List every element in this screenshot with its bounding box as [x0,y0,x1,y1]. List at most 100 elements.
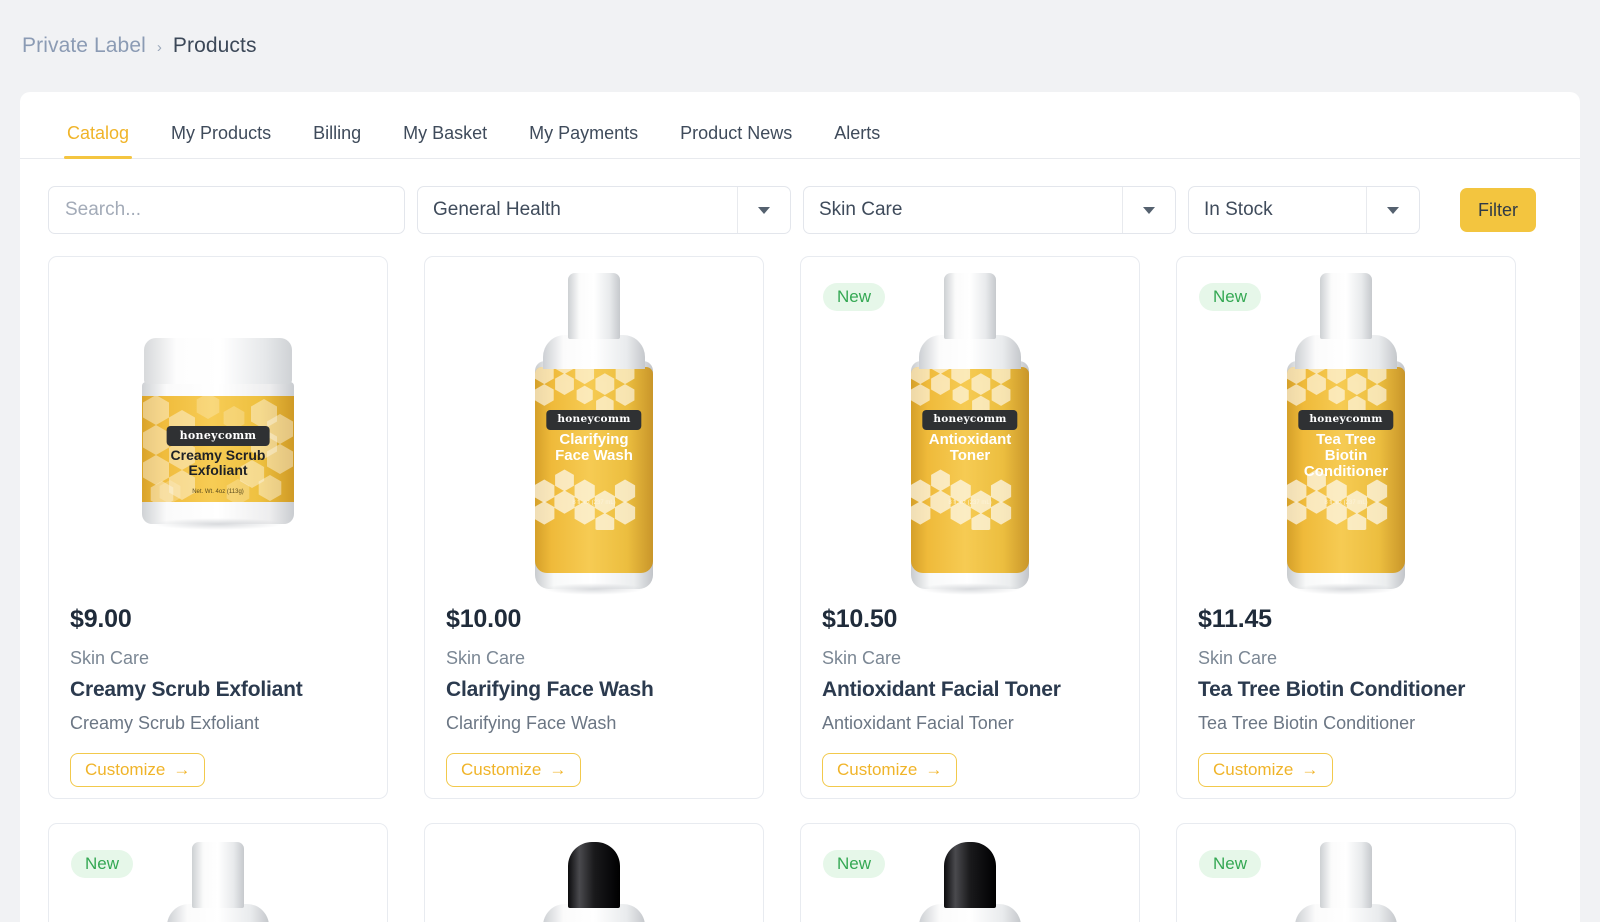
net-weight-text: 8 fl. oz (237 mL) [948,500,992,506]
tab-billing[interactable]: Billing [292,124,382,158]
status-badge-new: New [823,283,886,311]
customize-button[interactable]: Customize → [1198,753,1334,787]
search-field-wrapper[interactable] [48,186,405,234]
product-card[interactable]: New [1176,823,1516,922]
product-shadow [1295,583,1397,595]
product-card[interactable]: New honeycomm Tea Tree Biotin Conditione… [1176,256,1516,799]
availability-select-value: In Stock [1204,199,1273,220]
bottle-label: honeycomm Tea Tree Biotin Conditioner 8 … [1287,367,1405,573]
subcategory-select[interactable]: Skin Care [803,186,1176,234]
customize-button[interactable]: Customize → [70,753,206,787]
product-price: $10.00 [446,605,522,633]
product-info: $10.00 Skin Care Clarifying Face Wash Cl… [425,605,763,787]
breadcrumb-separator-icon: › [156,38,162,56]
breadcrumb-link-private-label[interactable]: Private Label [22,34,146,58]
category-select-value: General Health [433,199,561,220]
chevron-down-icon[interactable] [1366,187,1419,233]
status-badge-new: New [823,850,886,878]
product-image-bottle [159,842,277,922]
product-image-bottle [535,842,653,922]
arrow-right-icon: → [549,760,567,779]
arrow-right-icon: → [173,760,191,779]
tab-my-basket[interactable]: My Basket [382,124,508,158]
breadcrumb-current-products: Products [172,34,257,57]
category-select[interactable]: General Health [417,186,791,234]
product-info: $10.50 Skin Care Antioxidant Facial Tone… [801,605,1139,787]
product-label-name: Creamy Scrub Exfoliant [170,447,266,479]
tab-catalog-label: Catalog [67,123,130,143]
product-category: Skin Care [1198,648,1278,668]
tab-product-news[interactable]: Product News [659,124,813,158]
filter-button[interactable]: Filter [1460,188,1536,232]
customize-button[interactable]: Customize → [822,753,958,787]
product-card[interactable] [424,823,764,922]
jar-label: honeycomm Creamy Scrub Exfoliant Net. Wt… [142,396,294,502]
product-grid-row-2: New New New [20,799,1580,922]
main-panel: Catalog My Products Billing My Basket My… [20,92,1580,922]
product-shadow [152,518,284,530]
product-label-name: Tea Tree Biotin Conditioner [1303,431,1389,481]
tab-product-news-label: Product News [680,123,793,143]
customize-button-label: Customize [85,760,166,779]
customize-button-label: Customize [1213,760,1294,779]
subcategory-select-value: Skin Care [819,199,903,220]
product-image-bottle: honeycomm Antioxidant Toner 8 fl. oz (23… [911,273,1029,595]
arrow-right-icon: → [1301,760,1319,779]
product-card[interactable]: New [800,823,1140,922]
product-card[interactable]: New [48,823,388,922]
search-input[interactable] [65,199,388,221]
availability-select[interactable]: In Stock [1188,186,1420,234]
product-card[interactable]: honeycomm Clarifying Face Wash 8 fl. oz … [424,256,764,799]
product-price: $11.45 [1198,605,1272,633]
net-weight-text: Net. Wt. 4oz (113g) [192,489,244,495]
chevron-down-icon[interactable] [737,187,790,233]
product-image-bottle: honeycomm Clarifying Face Wash 8 fl. oz … [535,273,653,595]
jar-lid [144,338,292,384]
bottle-shoulder [543,335,645,369]
net-weight-text: 8 fl. oz (237 mL) [572,500,616,506]
customize-button[interactable]: Customize → [446,753,582,787]
status-badge-new: New [1199,850,1262,878]
product-media: honeycomm Clarifying Face Wash 8 fl. oz … [425,257,763,605]
brand-logo-honeycomm: honeycomm [922,410,1018,430]
product-card[interactable]: honeycomm Creamy Scrub Exfoliant Net. Wt… [48,256,388,799]
bottle-cap [192,842,244,908]
product-image-bottle [911,842,1029,922]
product-label-name: Antioxidant Toner [928,431,1012,465]
tab-alerts-label: Alerts [834,123,881,143]
product-grid: honeycomm Creamy Scrub Exfoliant Net. Wt… [20,234,1580,799]
product-media [425,824,763,922]
product-card[interactable]: New honeycomm Antioxidant Toner 8 fl. oz… [800,256,1140,799]
product-description: Tea Tree Biotin Conditioner [1198,713,1416,733]
bottle-cap [944,842,996,908]
bottle-cap [1320,273,1372,339]
tab-billing-label: Billing [313,123,362,143]
chevron-down-icon[interactable] [1122,187,1175,233]
filter-bar: General Health Skin Care In Stock Filter [20,159,1580,234]
product-description: Antioxidant Facial Toner [822,713,1014,733]
bottle-cap [568,842,620,908]
tab-my-payments[interactable]: My Payments [508,124,659,158]
product-price: $10.50 [822,605,898,633]
product-title: Clarifying Face Wash [446,678,654,701]
tab-catalog[interactable]: Catalog [46,123,150,159]
tab-my-products[interactable]: My Products [150,124,292,158]
product-shadow [543,583,645,595]
tab-my-products-label: My Products [171,123,272,143]
tab-my-basket-label: My Basket [403,123,488,143]
product-image-bottle [1287,842,1405,922]
tab-my-payments-label: My Payments [529,123,639,143]
bottle-cap [1320,842,1372,908]
status-badge-new: New [71,850,134,878]
bottle-label: honeycomm Clarifying Face Wash 8 fl. oz … [535,367,653,573]
brand-logo-honeycomm: honeycomm [166,426,270,446]
tab-alerts[interactable]: Alerts [813,124,901,158]
bottle-shoulder [1295,335,1397,369]
product-info: $9.00 Skin Care Creamy Scrub Exfoliant C… [49,605,387,787]
customize-button-label: Customize [461,760,542,779]
product-label-name: Clarifying Face Wash [555,431,633,465]
product-description: Creamy Scrub Exfoliant [70,713,260,733]
tab-bar: Catalog My Products Billing My Basket My… [20,92,1580,159]
product-category: Skin Care [822,648,902,668]
product-description: Clarifying Face Wash [446,713,617,733]
